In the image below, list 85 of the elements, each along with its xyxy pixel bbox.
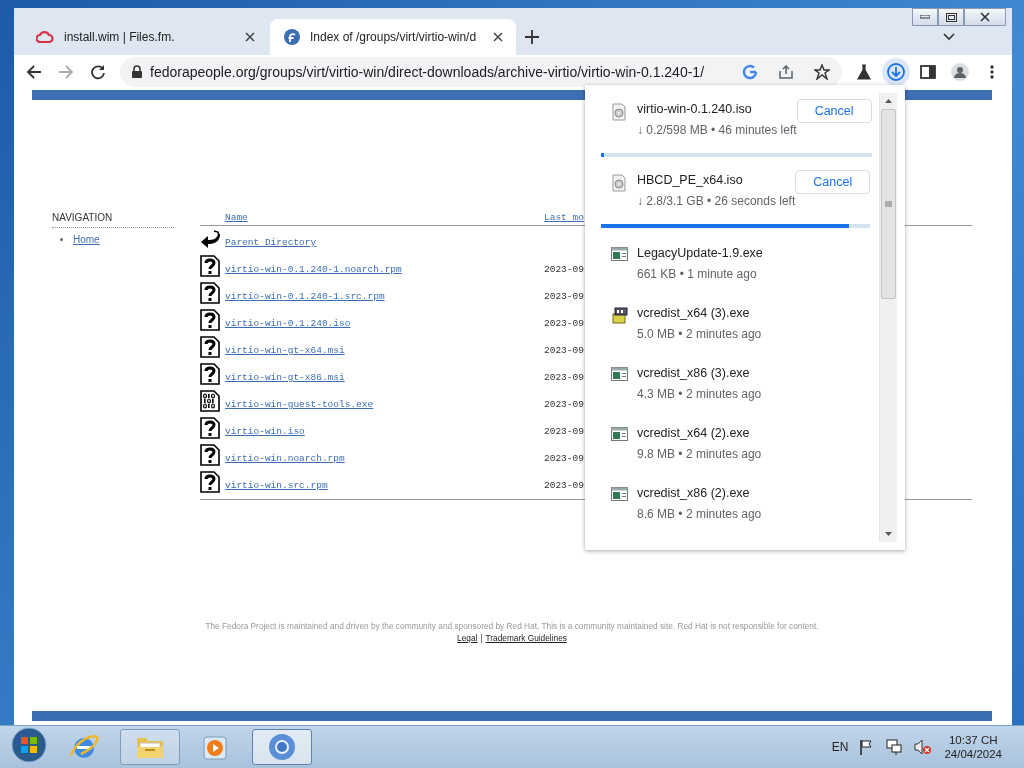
close-icon (980, 12, 990, 22)
cancel-button[interactable]: Cancel (796, 99, 872, 123)
program-window-icon (610, 367, 628, 381)
footer-link[interactable]: Legal (457, 633, 478, 643)
file-link[interactable]: virtio-win-guest-tools.exe (225, 399, 544, 412)
chrome-icon (268, 733, 296, 761)
back-arrow-icon (200, 230, 222, 250)
unknown-file-icon (200, 417, 220, 439)
taskbar-button[interactable] (252, 729, 312, 765)
disc-file-icon (612, 103, 626, 121)
maximize-button[interactable] (938, 8, 964, 26)
download-name[interactable]: vcredist_x64 (2).exe (637, 426, 750, 440)
download-status: 4.3 MB • 2 minutes ago (637, 387, 763, 401)
media-player-icon (202, 733, 230, 761)
scroll-thumb[interactable] (881, 109, 896, 299)
footer-link[interactable]: Trademark Guidelines (485, 633, 567, 643)
download-name[interactable]: virtio-win-0.1.240.iso (637, 102, 752, 116)
file-link[interactable]: virtio-win.noarch.rpm (225, 453, 544, 466)
lock-icon (132, 65, 142, 78)
date-cell: 2023-09 (544, 480, 584, 493)
flag-icon[interactable] (860, 739, 875, 755)
home-link[interactable]: Home (73, 234, 100, 245)
restore-icon (945, 12, 957, 22)
unknown-file-icon (200, 471, 220, 493)
cloud-icon (36, 31, 54, 43)
download-name[interactable]: vcredist_x86 (2).exe (637, 486, 750, 500)
download-status: ↓ 2.8/3.1 GB • 26 seconds left (637, 194, 796, 208)
unknown-file-icon (200, 255, 220, 277)
fedora-logo-icon (284, 29, 300, 45)
bullet-icon (60, 238, 63, 241)
column-header[interactable]: Last mo (544, 212, 584, 223)
date-cell: 2023-09 (544, 426, 584, 439)
file-link[interactable]: Parent Directory (225, 237, 544, 250)
browser-tab[interactable]: install.wim | Files.fm. (22, 19, 268, 55)
date-cell: 2023-09 (544, 318, 584, 331)
download-name[interactable]: vcredist_x64 (3).exe (637, 306, 750, 320)
file-link[interactable]: virtio-win-gt-x86.msi (225, 372, 544, 385)
program-window-icon (610, 487, 628, 501)
link-separator: | (480, 633, 483, 643)
unknown-file-icon (200, 444, 220, 466)
unknown-file-icon (200, 363, 220, 385)
date-cell: 2023-09 (544, 372, 584, 385)
navigation-heading: NAVIGATION (52, 212, 174, 228)
browser-tab[interactable]: Index of /groups/virt/virtio-win/d (270, 19, 516, 55)
column-header[interactable]: Name (225, 212, 544, 223)
download-name[interactable]: vcredist_x86 (3).exe (637, 366, 750, 380)
unknown-file-icon (200, 309, 220, 331)
cancel-button[interactable]: Cancel (795, 170, 871, 194)
installer-box-icon (610, 307, 628, 324)
download-status: ↓ 0.2/598 MB • 46 minutes left (637, 123, 797, 137)
network-icon[interactable] (886, 739, 903, 755)
file-link[interactable]: virtio-win.src.rpm (225, 480, 544, 493)
date-cell: 2023-09 (544, 399, 584, 412)
scrollbar[interactable] (879, 93, 897, 542)
download-status: 9.8 MB • 2 minutes ago (637, 447, 763, 461)
file-link[interactable]: virtio-win-0.1.240.iso (225, 318, 544, 331)
language-indicator[interactable]: EN (831, 740, 849, 754)
footer-text: The Fedora Project is maintained and driven by the community and sponsored by Red Hat. This is a community maintained site. Red Hat is not responsible for content. (205, 621, 819, 631)
file-link[interactable]: virtio-win.iso (225, 426, 544, 439)
unknown-file-icon (200, 282, 220, 304)
file-link[interactable]: virtio-win-0.1.240-1.noarch.rpm (225, 264, 544, 277)
clock-time[interactable]: 10:37 CH (948, 734, 998, 746)
close-button[interactable] (964, 8, 1006, 26)
file-link[interactable]: virtio-win-gt-x64.msi (225, 345, 544, 358)
program-window-icon (610, 247, 628, 261)
disc-file-icon (612, 174, 626, 192)
unknown-file-icon (200, 336, 220, 358)
date-cell: 2023-09 (544, 264, 584, 277)
address-bar[interactable]: fedorapeople.org/groups/virt/virtio-win/direct-downloads/archive-virtio/virtio-win-0.1.240-1/ (120, 56, 842, 87)
minimize-icon (920, 15, 930, 19)
date-cell: 2023-09 (544, 345, 584, 358)
download-status: 8.6 MB • 2 minutes ago (637, 507, 763, 521)
download-status: 661 KB • 1 minute ago (637, 267, 758, 281)
date-cell: 2023-09 (544, 291, 584, 304)
download-status: 5.0 MB • 2 minutes ago (637, 327, 763, 341)
taskbar-button[interactable] (120, 729, 180, 765)
file-link[interactable]: virtio-win-0.1.240-1.src.rpm (225, 291, 544, 304)
clock-date[interactable]: 24/04/2024 (944, 748, 1002, 760)
date-cell: 2023-09 (544, 453, 584, 466)
program-window-icon (610, 427, 628, 441)
binary-file-icon (200, 390, 220, 412)
download-icon[interactable] (882, 57, 910, 86)
download-name[interactable]: HBCD_PE_x64.iso (637, 173, 743, 187)
muted-speaker-icon[interactable] (914, 739, 933, 755)
download-name[interactable]: LegacyUpdate-1.9.exe (637, 246, 763, 260)
